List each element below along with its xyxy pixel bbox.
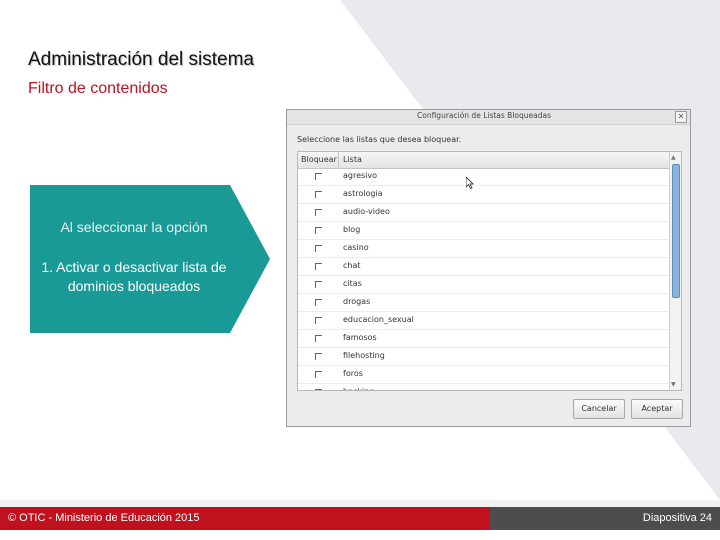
checkbox-icon[interactable] xyxy=(315,263,322,270)
list-item-name: filehosting xyxy=(343,351,385,360)
checkbox-icon[interactable] xyxy=(315,281,322,288)
blocked-lists-dialog: Configuración de Listas Bloqueadas ✕ Sel… xyxy=(286,109,691,427)
blocked-lists-table: Bloquear Lista agresivo astrologia audio-v… xyxy=(297,151,682,391)
checkbox-icon[interactable] xyxy=(315,299,322,306)
list-item-name: blog xyxy=(343,225,361,234)
checkbox-icon[interactable] xyxy=(315,209,322,216)
table-body: agresivo astrologia audio-video blog casino c… xyxy=(298,168,672,390)
dialog-titlebar: Configuración de Listas Bloqueadas ✕ xyxy=(287,110,690,125)
list-item[interactable]: citas xyxy=(298,276,672,294)
list-item[interactable]: chat xyxy=(298,258,672,276)
checkbox-icon[interactable] xyxy=(315,389,322,390)
list-item[interactable]: drogas xyxy=(298,294,672,312)
scroll-down-icon[interactable]: ▼ xyxy=(671,381,676,388)
close-icon[interactable]: ✕ xyxy=(675,111,687,123)
list-item-name: educacion_sexual xyxy=(343,315,414,324)
list-item[interactable]: hacking xyxy=(298,384,672,390)
list-item-name: citas xyxy=(343,279,362,288)
list-item-name: famosos xyxy=(343,333,377,342)
checkbox-icon[interactable] xyxy=(315,335,322,342)
list-item[interactable]: filehosting xyxy=(298,348,672,366)
accept-button[interactable]: Aceptar xyxy=(631,399,683,419)
list-item-name: hacking xyxy=(343,387,374,390)
dialog-title: Configuración de Listas Bloqueadas xyxy=(417,111,551,120)
mouse-cursor-icon xyxy=(466,177,474,189)
list-item[interactable]: audio-video xyxy=(298,204,672,222)
callout-text-intro: Al seleccionar la opción xyxy=(60,219,208,235)
checkbox-icon[interactable] xyxy=(315,353,322,360)
list-item-name: casino xyxy=(343,243,369,252)
vertical-scrollbar[interactable]: ▲ ▼ xyxy=(669,152,681,390)
checkbox-icon[interactable] xyxy=(315,371,322,378)
footer-copyright: © OTIC - Ministerio de Educación 2015 xyxy=(8,512,200,524)
list-item-name: audio-video xyxy=(343,207,390,216)
scroll-up-icon[interactable]: ▲ xyxy=(671,154,676,161)
list-item-name: chat xyxy=(343,261,361,270)
page-subtitle: Filtro de contenidos xyxy=(28,80,168,97)
checkbox-icon[interactable] xyxy=(315,227,322,234)
list-item[interactable]: casino xyxy=(298,240,672,258)
list-item[interactable]: agresivo xyxy=(298,168,672,186)
list-item[interactable]: astrologia xyxy=(298,186,672,204)
table-header: Bloquear Lista xyxy=(298,152,681,169)
column-header-list[interactable]: Lista xyxy=(343,155,362,164)
checkbox-icon[interactable] xyxy=(315,173,322,180)
footer-copyright-bar: © OTIC - Ministerio de Educación 2015 xyxy=(0,507,490,530)
list-item-name: drogas xyxy=(343,297,371,306)
column-separator xyxy=(338,152,339,168)
checkbox-icon[interactable] xyxy=(315,317,322,324)
list-item-name: agresivo xyxy=(343,171,378,180)
checkbox-icon[interactable] xyxy=(315,245,322,252)
dialog-instruction: Seleccione las listas que desea bloquear… xyxy=(297,135,462,144)
column-header-block[interactable]: Bloquear xyxy=(301,155,337,164)
scrollbar-thumb[interactable] xyxy=(672,164,680,298)
list-item-name: foros xyxy=(343,369,363,378)
page-title: Administración del sistema xyxy=(28,49,254,70)
list-item[interactable]: famosos xyxy=(298,330,672,348)
list-item[interactable]: blog xyxy=(298,222,672,240)
callout-text-step: 1. Activar o desactivar lista de dominio… xyxy=(41,259,227,294)
checkbox-icon[interactable] xyxy=(315,191,322,198)
cancel-button[interactable]: Cancelar xyxy=(573,399,625,419)
list-item[interactable]: foros xyxy=(298,366,672,384)
list-item-name: astrologia xyxy=(343,189,383,198)
footer-slide-number-bar: Diapositiva 24 xyxy=(490,507,720,530)
footer-slide-number: Diapositiva 24 xyxy=(642,512,712,524)
list-item[interactable]: educacion_sexual xyxy=(298,312,672,330)
callout-box: Al seleccionar la opción 1. Activar o de… xyxy=(30,185,272,333)
